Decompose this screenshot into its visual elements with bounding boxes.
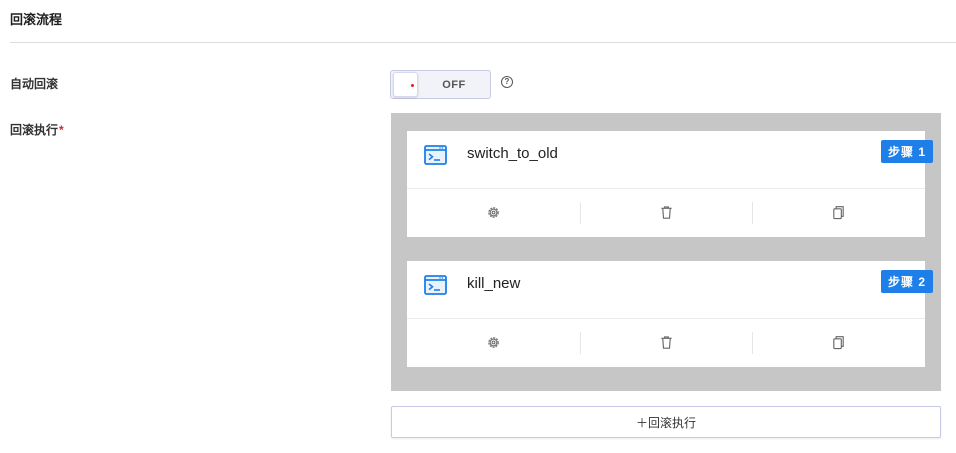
required-mark: * (59, 123, 64, 137)
section-divider (10, 42, 956, 43)
step-actions (407, 319, 925, 366)
copy-icon (833, 336, 844, 350)
delete-button[interactable] (579, 319, 753, 366)
step-card-1[interactable]: switch_to_old 步骤 1 (407, 131, 933, 237)
copy-button[interactable] (752, 319, 925, 366)
settings-icon (488, 207, 499, 218)
copy-button[interactable] (752, 189, 925, 236)
settings-icon (488, 337, 499, 348)
auto-rollback-label: 自动回滚 (10, 77, 59, 91)
question-circle-icon[interactable]: ? (501, 76, 513, 88)
settings-button[interactable] (407, 319, 580, 366)
trash-icon (660, 336, 672, 349)
toggle-status-dot (411, 84, 414, 87)
step-name: kill_new (467, 275, 521, 292)
section-title: 回滚流程 (10, 12, 63, 27)
terminal-icon (424, 275, 447, 295)
step-card-2[interactable]: kill_new 步骤 2 (407, 261, 933, 367)
step-header: kill_new 步骤 2 (407, 261, 933, 319)
trash-icon (660, 206, 672, 219)
step-badge: 步骤 2 (880, 270, 933, 293)
step-badge: 步骤 1 (880, 140, 933, 163)
steps-container: switch_to_old 步骤 1 kill_new 步骤 2 (391, 113, 941, 391)
terminal-icon (424, 145, 447, 165)
toggle-knob[interactable] (393, 72, 418, 97)
step-header: switch_to_old 步骤 1 (407, 131, 933, 189)
auto-rollback-toggle[interactable]: OFF (390, 70, 491, 99)
step-name: switch_to_old (467, 145, 558, 162)
copy-icon (833, 206, 844, 220)
settings-button[interactable] (407, 189, 580, 236)
add-rollback-exec-button[interactable]: ＋回滚执行 (391, 406, 941, 438)
step-actions (407, 189, 925, 236)
delete-button[interactable] (579, 189, 753, 236)
toggle-state-text: OFF (442, 78, 466, 91)
rollback-exec-label: 回滚执行* (10, 121, 64, 138)
rollback-exec-label-text: 回滚执行 (10, 123, 59, 137)
